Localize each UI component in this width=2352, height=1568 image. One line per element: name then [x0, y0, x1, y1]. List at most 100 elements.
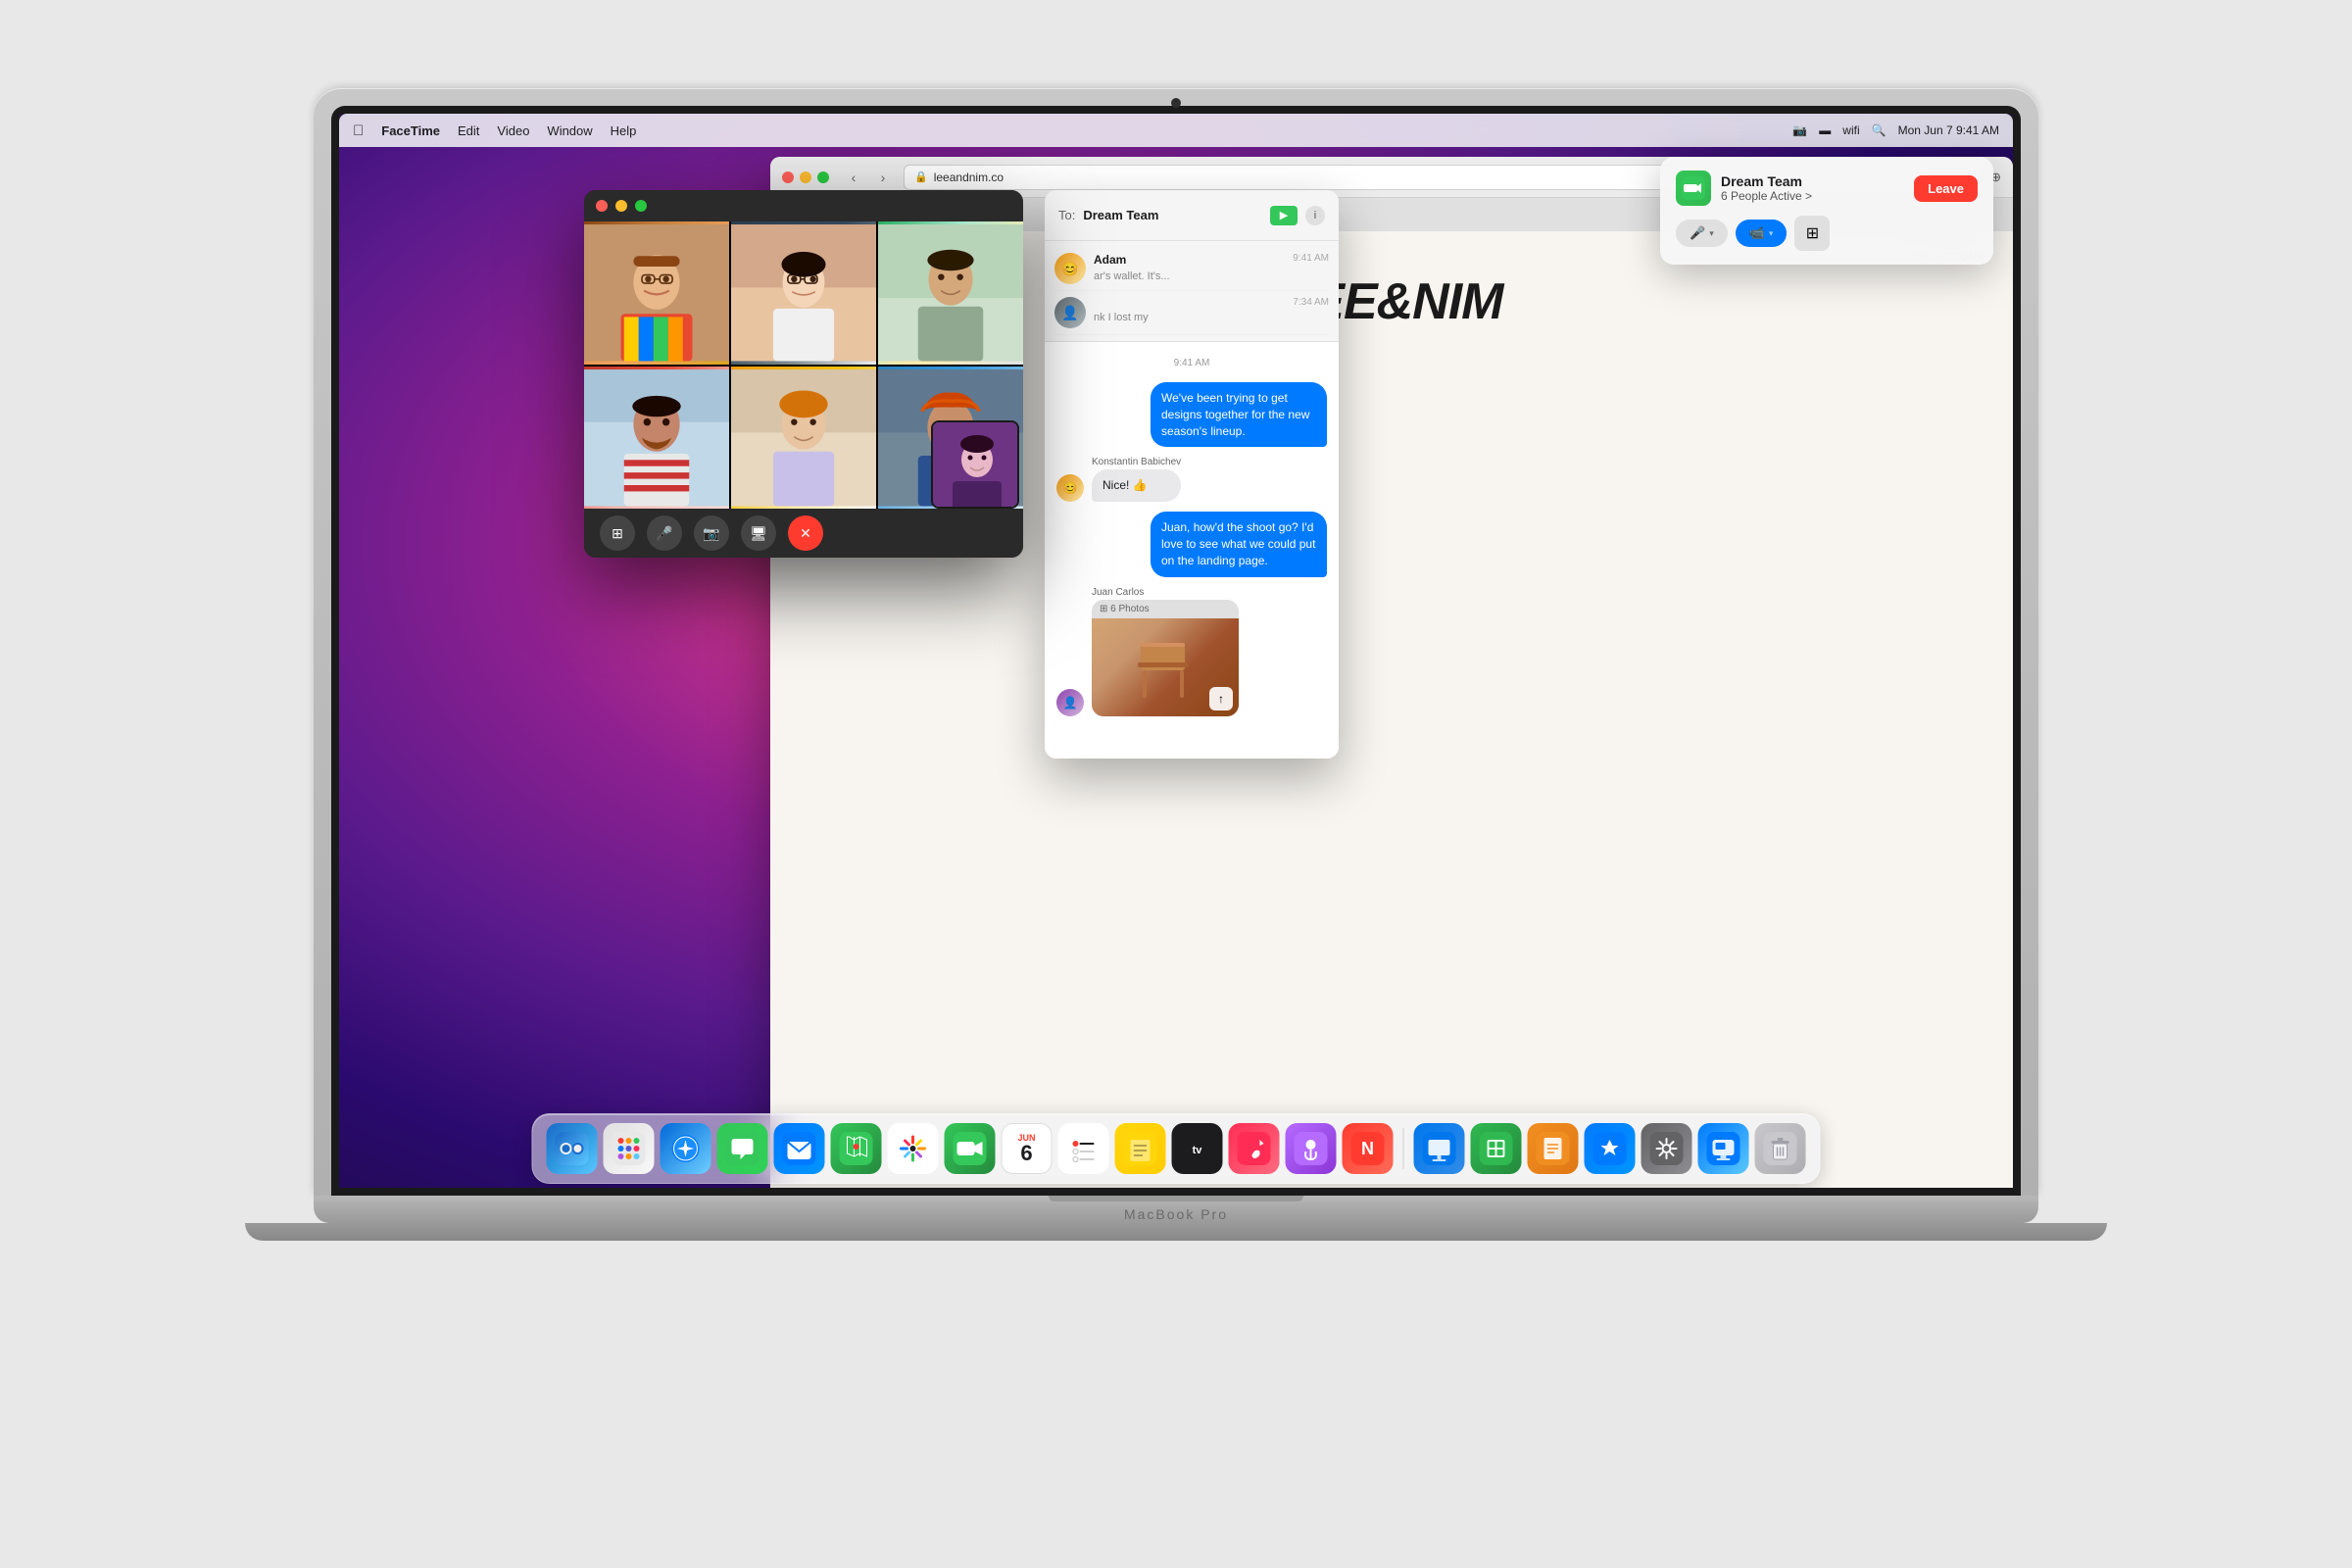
- menubar:  FaceTime Edit Video Window Help 📷 ▬ wi…: [339, 114, 2013, 147]
- messages-header-actions: ▶ i: [1270, 206, 1325, 225]
- msg-row-adam: 😊 Konstantin Babichev Nice! 👍: [1056, 457, 1327, 502]
- dock-icon-numbers[interactable]: [1471, 1123, 1522, 1174]
- back-button[interactable]: ‹: [841, 167, 866, 188]
- svg-text:N: N: [1361, 1139, 1374, 1158]
- conv-time-2: 7:34 AM: [1293, 297, 1329, 308]
- apple-logo-icon[interactable]: : [353, 122, 364, 139]
- video-icon: 📹: [1749, 225, 1765, 241]
- menu-app-name[interactable]: FaceTime: [381, 123, 440, 138]
- ft-maximize-btn[interactable]: [635, 200, 647, 212]
- video-cell-5: [731, 367, 876, 510]
- msg-bubble-outgoing-2: Juan, how'd the shoot go? I'd love to se…: [1151, 512, 1327, 576]
- info-button[interactable]: i: [1305, 206, 1325, 225]
- browser-traffic-lights: [782, 172, 829, 183]
- mute-button[interactable]: 🎤: [647, 515, 682, 551]
- dock-icon-facetime[interactable]: [945, 1123, 996, 1174]
- dock-icon-photos[interactable]: [888, 1123, 939, 1174]
- conv-header-adam: Adam 9:41 AM: [1094, 253, 1329, 267]
- to-value: Dream Team: [1083, 208, 1158, 222]
- notification-banner: Dream Team 6 People Active > Leave 🎤 ▾ 📹…: [1660, 157, 1993, 265]
- menubar-search-icon[interactable]: 🔍: [1872, 123, 1886, 137]
- conv-preview-adam: ar's wallet. It's...: [1094, 270, 1170, 282]
- dock-icon-trash[interactable]: [1755, 1123, 1806, 1174]
- participant-1-video: [584, 221, 729, 365]
- photo-label: ⊞ 6 Photos: [1092, 600, 1239, 618]
- msg-content-juan: Juan Carlos ⊞ 6 Photos: [1092, 587, 1239, 716]
- share-screen-button[interactable]: ⊞: [1794, 216, 1830, 251]
- video-cell-2: [731, 221, 876, 365]
- end-call-button[interactable]: ✕: [788, 515, 823, 551]
- macbook-footer: [245, 1223, 2107, 1241]
- mute-call-button[interactable]: 🎤 ▾: [1676, 220, 1728, 247]
- dock-icon-pages[interactable]: [1528, 1123, 1579, 1174]
- dock-icon-mail[interactable]: [774, 1123, 825, 1174]
- dock-icon-system-prefs[interactable]: [1642, 1123, 1692, 1174]
- dock-icon-music[interactable]: [1229, 1123, 1280, 1174]
- macbook-outer:  FaceTime Edit Video Window Help 📷 ▬ wi…: [314, 88, 2038, 1480]
- macbook-label: MacBook Pro: [1124, 1197, 1228, 1222]
- url-text: leeandnim.co: [934, 171, 1004, 184]
- dock-icon-screen-time[interactable]: [1698, 1123, 1749, 1174]
- screen-share-2-button[interactable]: 🖥: [741, 515, 776, 551]
- video-cell-3: [878, 221, 1023, 365]
- conv-preview-2: nk I lost my: [1094, 312, 1149, 323]
- browser-nav-buttons: ‹ ›: [841, 167, 896, 188]
- menu-video[interactable]: Video: [497, 123, 529, 138]
- dock-icon-reminders[interactable]: [1058, 1123, 1109, 1174]
- conv-item-2[interactable]: 👤 7:34 AM nk I lost my: [1054, 291, 1329, 335]
- conv-item-adam[interactable]: 😊 Adam 9:41 AM ar's wallet. It's...: [1054, 247, 1329, 291]
- video-call-button[interactable]: ▶: [1270, 206, 1298, 225]
- menubar-datetime: Mon Jun 7 9:41 AM: [1898, 123, 1999, 137]
- dock-icon-news[interactable]: N: [1343, 1123, 1394, 1174]
- ft-minimize-btn[interactable]: [615, 200, 627, 212]
- photo-bubble: ⊞ 6 Photos: [1092, 600, 1239, 716]
- dock-icon-maps[interactable]: [831, 1123, 882, 1174]
- messages-window: To: Dream Team ▶ i 😊 A: [1045, 190, 1339, 759]
- dock-icon-appstore[interactable]: [1585, 1123, 1636, 1174]
- dock-icon-calendar[interactable]: JUN 6: [1002, 1123, 1053, 1174]
- forward-button[interactable]: ›: [870, 167, 896, 188]
- maximize-button-dot[interactable]: [817, 172, 829, 183]
- video-cell-1: [584, 221, 729, 365]
- dock-icon-podcasts[interactable]: [1286, 1123, 1337, 1174]
- leave-button[interactable]: Leave: [1914, 175, 1978, 202]
- svg-text:tv: tv: [1193, 1145, 1203, 1156]
- notification-controls: 🎤 ▾ 📹 ▾ ⊞: [1676, 216, 1978, 251]
- participant-2-video: [731, 221, 876, 365]
- ft-close-btn[interactable]: [596, 200, 608, 212]
- video-call-control-button[interactable]: 📹 ▾: [1736, 220, 1788, 247]
- dock-icon-notes[interactable]: [1115, 1123, 1166, 1174]
- menubar-battery-icon: ▬: [1819, 123, 1831, 137]
- dock-icon-finder[interactable]: [547, 1123, 598, 1174]
- macbook-base: MacBook Pro: [314, 1196, 2038, 1223]
- menu-window[interactable]: Window: [547, 123, 592, 138]
- camera-button[interactable]: 📷: [694, 515, 729, 551]
- dock-icon-keynote[interactable]: [1414, 1123, 1465, 1174]
- menu-help[interactable]: Help: [611, 123, 637, 138]
- msg-bubble-adam: Nice! 👍: [1092, 469, 1181, 502]
- msg-content-adam: Konstantin Babichev Nice! 👍: [1092, 457, 1181, 502]
- minimize-button-dot[interactable]: [800, 172, 811, 183]
- dock-icon-launchpad[interactable]: [604, 1123, 655, 1174]
- photo-content: ↑: [1092, 618, 1239, 716]
- menu-edit[interactable]: Edit: [458, 123, 479, 138]
- dock-divider: [1403, 1128, 1404, 1169]
- close-button-dot[interactable]: [782, 172, 794, 183]
- dock-icon-appletv[interactable]: tv: [1172, 1123, 1223, 1174]
- sender-name-juan: Juan Carlos: [1092, 587, 1239, 598]
- photo-share-button[interactable]: ↑: [1209, 687, 1233, 710]
- facetime-controls: ⊞ 🎤 📷 🖥 ✕: [584, 509, 1023, 558]
- conv-avatar-adam: 😊: [1054, 253, 1086, 284]
- participant-5-video: [731, 367, 876, 510]
- screen-share-button[interactable]: ⊞: [600, 515, 635, 551]
- msg-time-stamp-1: 9:41 AM: [1056, 358, 1327, 368]
- conv-header-2: 7:34 AM: [1094, 297, 1329, 308]
- video-chevron-icon: ▾: [1769, 228, 1774, 239]
- mute-icon: 🎤: [1690, 225, 1705, 241]
- msg-outgoing-1: We've been trying to get designs togethe…: [1056, 382, 1327, 447]
- calendar-content: JUN 6: [1003, 1124, 1052, 1173]
- conv-name-adam: Adam: [1094, 253, 1126, 267]
- dock-icon-messages[interactable]: [717, 1123, 768, 1174]
- dock-icon-safari[interactable]: [661, 1123, 711, 1174]
- screen-bezel:  FaceTime Edit Video Window Help 📷 ▬ wi…: [331, 106, 2021, 1196]
